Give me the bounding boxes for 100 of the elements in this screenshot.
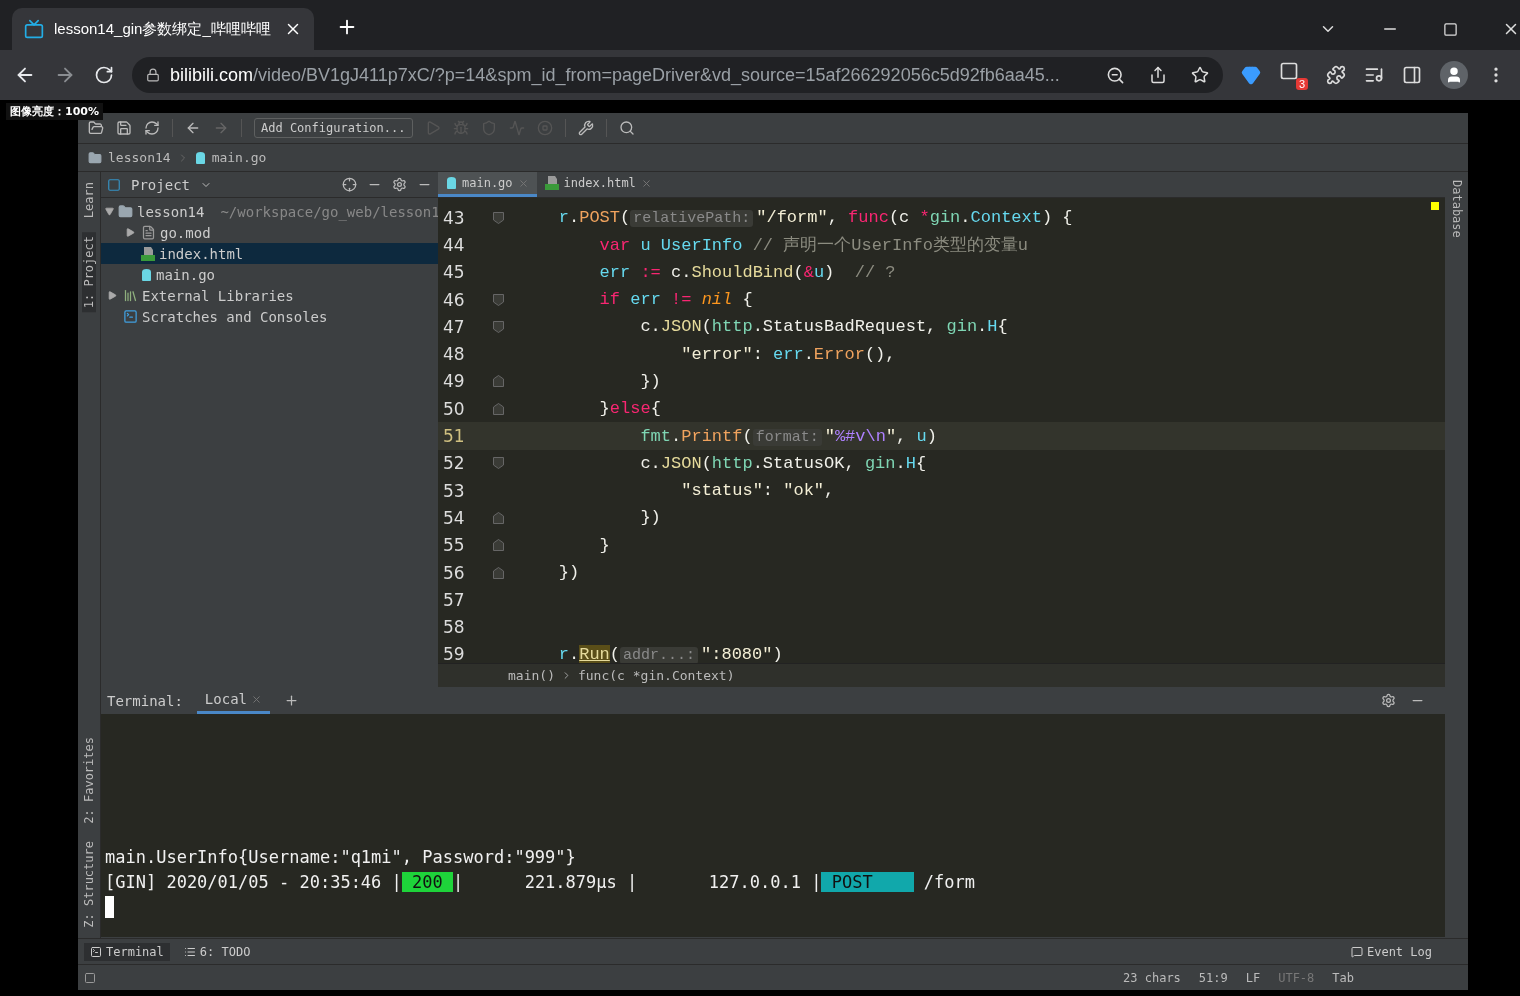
status-badge: 200 bbox=[401, 871, 453, 892]
tool-tab[interactable]: 6: TODO bbox=[177, 942, 257, 961]
folder-icon[interactable] bbox=[88, 120, 104, 136]
status-item[interactable]: Tab bbox=[1332, 970, 1354, 985]
side-panel-icon[interactable] bbox=[1402, 65, 1422, 85]
tree-item[interactable]: main.go bbox=[101, 264, 438, 285]
session-tab[interactable]: Local bbox=[196, 687, 270, 714]
sync-icon[interactable] bbox=[144, 120, 160, 136]
status-item[interactable]: LF bbox=[1245, 970, 1261, 985]
code-line: }) bbox=[639, 508, 661, 528]
back-icon[interactable] bbox=[185, 120, 201, 136]
extension-button[interactable]: 3 bbox=[1279, 60, 1308, 90]
editor-tab[interactable]: index.html bbox=[536, 172, 660, 197]
crosshair-icon[interactable] bbox=[342, 177, 357, 192]
line-number: 48 bbox=[442, 344, 466, 365]
fold-marker-icon[interactable] bbox=[492, 293, 504, 306]
maximize-icon[interactable] bbox=[1443, 21, 1458, 37]
zoom-out-icon[interactable] bbox=[1106, 65, 1125, 85]
breadcrumb-item[interactable]: func(c *gin.Context) bbox=[577, 668, 735, 683]
tree-item[interactable]: lesson14 ~/workspace/go_web/lesson1 bbox=[101, 201, 438, 222]
code-line: r.POST( relativePath: "/form", func(c *gin.Context) { bbox=[557, 208, 1073, 228]
tool-window-button[interactable]: 1: Project bbox=[82, 232, 96, 313]
settings-icon[interactable] bbox=[1381, 693, 1396, 708]
fold-end-icon[interactable] bbox=[492, 511, 504, 524]
speech-bubble-icon bbox=[1350, 945, 1363, 958]
fold-marker-icon[interactable] bbox=[492, 457, 504, 470]
fold-end-icon[interactable] bbox=[492, 402, 504, 415]
status-item[interactable]: 51:9 bbox=[1198, 970, 1228, 985]
profile-avatar[interactable] bbox=[1440, 61, 1468, 89]
gem-icon[interactable] bbox=[1241, 65, 1261, 85]
fold-marker-icon[interactable] bbox=[492, 320, 504, 333]
panel-icon bbox=[107, 177, 121, 192]
line-number: 50 bbox=[442, 398, 466, 419]
panel-title[interactable]: Project bbox=[131, 176, 190, 193]
tool-window-button[interactable]: Database bbox=[1449, 180, 1464, 238]
tree-item[interactable]: Scratches and Consoles bbox=[101, 306, 438, 327]
breadcrumb-item[interactable]: main() bbox=[508, 668, 555, 683]
fold-marker-icon[interactable] bbox=[492, 211, 504, 224]
panel-toggle-icon[interactable] bbox=[84, 971, 96, 984]
line-number: 59 bbox=[442, 644, 466, 663]
line-number: 51 bbox=[442, 426, 466, 446]
fold-end-icon[interactable] bbox=[492, 539, 504, 552]
reload-icon[interactable] bbox=[94, 65, 114, 85]
tree-item[interactable]: External Libraries bbox=[101, 285, 438, 306]
share-icon[interactable] bbox=[1149, 66, 1167, 84]
code-line: c.JSON(http.StatusOK, gin.H{ bbox=[639, 453, 927, 473]
line-number: 56 bbox=[442, 562, 466, 583]
terminal-text: main.UserInfo{Username:"q1mi", Password:"999"} bbox=[105, 846, 576, 867]
search-icon[interactable] bbox=[618, 120, 635, 136]
wrench-icon[interactable] bbox=[577, 120, 594, 136]
fold-end-icon[interactable] bbox=[492, 375, 504, 388]
terminal-title: Terminal: bbox=[107, 692, 183, 709]
collapsed-arrow-icon[interactable] bbox=[125, 228, 135, 237]
tool-window-button[interactable]: 2: Favorites bbox=[82, 732, 96, 828]
status-item[interactable]: 23 chars bbox=[1123, 970, 1181, 985]
code-line: }else{ bbox=[598, 399, 661, 419]
line-number: 49 bbox=[442, 371, 466, 392]
file-icon bbox=[141, 225, 156, 240]
code-line: }) bbox=[557, 563, 580, 582]
puzzle-icon[interactable] bbox=[1326, 65, 1346, 85]
run-configuration-button[interactable]: Add Configuration... bbox=[254, 118, 413, 138]
event-log-button[interactable]: Event Log bbox=[1350, 944, 1432, 959]
tree-item[interactable]: index.html bbox=[101, 243, 438, 264]
scratches-icon bbox=[123, 309, 138, 324]
folder-icon bbox=[118, 204, 133, 219]
html-file-icon bbox=[544, 176, 559, 190]
lock-icon bbox=[146, 68, 160, 82]
line-number: 45 bbox=[442, 262, 466, 283]
go-file-icon bbox=[194, 150, 206, 165]
warning-marker bbox=[1431, 202, 1439, 210]
line-number: 58 bbox=[442, 617, 466, 638]
libraries-icon bbox=[123, 288, 138, 303]
line-number: 43 bbox=[442, 207, 466, 228]
brightness-label: 图像亮度：100% bbox=[6, 103, 103, 120]
star-icon[interactable] bbox=[1191, 66, 1209, 84]
save-icon[interactable] bbox=[116, 120, 132, 136]
add-icon[interactable] bbox=[284, 693, 299, 708]
line-number: 47 bbox=[442, 316, 466, 337]
code-line: fmt.Printf( format: "%#v\n", u) bbox=[639, 426, 937, 446]
tree-item[interactable]: go.mod bbox=[101, 222, 438, 243]
collapsed-arrow-icon[interactable] bbox=[107, 291, 117, 300]
breadcrumb-item[interactable]: lesson14 bbox=[108, 150, 171, 165]
fold-end-icon[interactable] bbox=[492, 566, 504, 579]
address-bar[interactable]: bilibili.com/video/BV1gJ411p7xC/?p=14&spm_id_from=pageDriver&vd_source=15af266292056c5d92fb6aa45... bbox=[132, 57, 1223, 93]
line-number: 44 bbox=[442, 234, 466, 255]
editor-tab[interactable]: main.go bbox=[438, 172, 537, 197]
tool-tab[interactable]: Terminal bbox=[84, 942, 170, 961]
breadcrumb-item[interactable]: main.go bbox=[211, 150, 267, 165]
list-icon bbox=[183, 945, 196, 958]
terminal-text: | 221.879µs | 127.0.0.1 | bbox=[453, 871, 822, 892]
code-line: c.JSON(http.StatusBadRequest, gin.H{ bbox=[639, 317, 1008, 337]
browser-tab[interactable]: lesson14_gin参数绑定_哔哩哔哩 bbox=[12, 8, 314, 50]
tool-window-button[interactable]: Z: Structure bbox=[82, 837, 96, 932]
expanded-arrow-icon[interactable] bbox=[105, 207, 114, 216]
settings-icon[interactable] bbox=[392, 177, 407, 192]
go-file-icon bbox=[141, 267, 152, 282]
playlist-icon[interactable] bbox=[1364, 65, 1384, 85]
code-line: } bbox=[598, 535, 610, 555]
tool-window-button[interactable]: Learn bbox=[82, 178, 96, 223]
code-line: var u UserInfo // 声明一个UserInfo类型的变量u bbox=[598, 235, 1029, 257]
